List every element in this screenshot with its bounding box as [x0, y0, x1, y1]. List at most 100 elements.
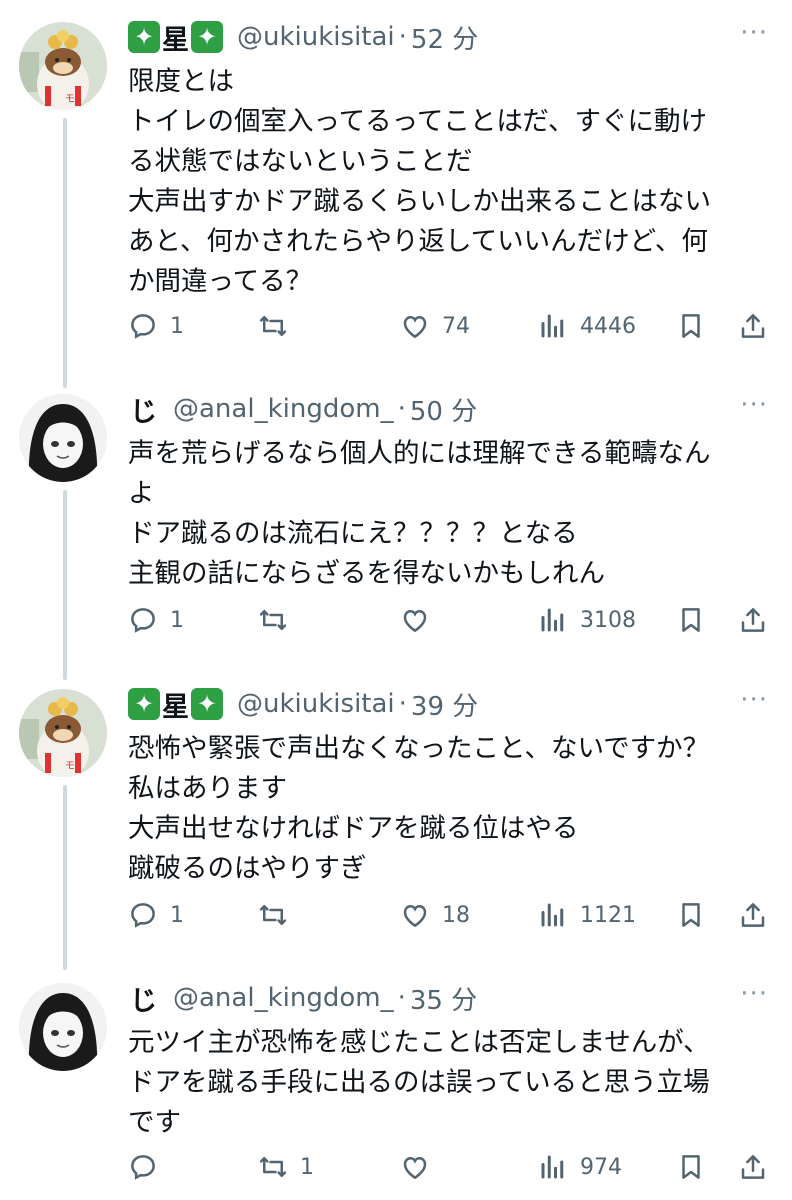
views-count: 3108 — [580, 607, 636, 633]
reply-icon — [131, 314, 155, 339]
tweet-text-line: あと、何かされたらやり返していいんだけど、何 — [128, 226, 708, 257]
views-count: 1121 — [580, 902, 636, 928]
action-bar: 1 974 — [128, 1147, 778, 1187]
reply-icon — [131, 608, 155, 633]
bookmark-icon — [682, 903, 700, 927]
tweet-text: 元ツイ主が恐怖を感じたことは否定しませんが、 ドアを蹴る手段に出るのは誤っている… — [128, 1023, 768, 1143]
tweet-text-line: か間違ってる？ — [128, 266, 313, 297]
tweet-text-line: 限度とは — [128, 66, 234, 97]
like-icon — [403, 1156, 427, 1180]
tweet-text-line: 恐怖や緊張で声出なくなったこと、ないですか？ — [128, 733, 710, 764]
action-bar: 1 74 4446 — [128, 306, 778, 346]
share-button[interactable] — [738, 306, 768, 346]
bookmark-button[interactable] — [676, 895, 706, 935]
views-button[interactable]: 1121 — [538, 895, 636, 935]
tweet-header: ✦ 星 ✦ @ukiukisitai · 39 分 — [128, 681, 478, 727]
retweet-count: 1 — [300, 1154, 314, 1180]
tweet-text-line: 大声出せなければドアを蹴る位はやる — [128, 813, 579, 844]
bookmark-button[interactable] — [676, 1147, 706, 1187]
like-button[interactable]: 18 — [400, 895, 470, 935]
tweet-text: 声を荒らげるなら個人的には理解できる範疇なん よ ドア蹴るのは流石にえ？？？？と… — [128, 434, 768, 594]
separator: · — [398, 22, 407, 52]
share-icon — [741, 608, 765, 632]
tweet[interactable]: じ @anal_kingdom_ · 50 分 ··· 声を荒らげるなら個人的に… — [0, 386, 792, 656]
tweet[interactable]: モ ✦ 星 ✦ @ukiukisitai · 52 分 ··· 限度とは トイレ… — [0, 14, 792, 364]
user-handle[interactable]: @ukiukisitai — [237, 689, 395, 719]
timestamp[interactable]: 50 分 — [410, 391, 477, 428]
like-icon — [403, 904, 427, 928]
display-name[interactable]: 星 — [162, 18, 189, 57]
retweet-icon — [259, 610, 287, 630]
like-button[interactable]: 74 — [400, 306, 470, 346]
reply-button[interactable]: 1 — [128, 306, 184, 346]
views-button[interactable]: 4446 — [538, 306, 636, 346]
reply-icon — [131, 903, 155, 928]
avatar[interactable]: モ — [19, 22, 107, 110]
retweet-button[interactable]: 1 — [258, 1147, 314, 1187]
avatar[interactable]: モ — [19, 689, 107, 777]
tweet-text-line: 蹴破るのはやりすぎ — [128, 853, 367, 884]
sparkle-icon: ✦ — [128, 21, 160, 53]
more-icon[interactable]: ··· — [740, 685, 768, 715]
tweet-text-line: 私はあります — [128, 773, 287, 804]
sparkle-icon: ✦ — [128, 688, 160, 720]
reply-button[interactable] — [128, 1147, 170, 1187]
anime-avatar-image — [19, 394, 107, 482]
like-button[interactable] — [400, 1147, 442, 1187]
tweet-text-line: る状態ではないということだ — [128, 146, 473, 177]
timestamp[interactable]: 52 分 — [411, 19, 478, 56]
share-button[interactable] — [738, 600, 768, 640]
like-count: 18 — [442, 902, 470, 928]
like-button[interactable] — [400, 600, 442, 640]
retweet-icon — [259, 1157, 287, 1177]
user-handle[interactable]: @anal_kingdom_ — [173, 983, 394, 1013]
avatar[interactable] — [19, 394, 107, 482]
user-handle[interactable]: @ukiukisitai — [237, 22, 395, 52]
tweet-header: じ @anal_kingdom_ · 50 分 — [128, 386, 477, 432]
views-icon — [541, 314, 564, 338]
display-name[interactable]: じ — [130, 979, 157, 1018]
tweet[interactable]: じ @anal_kingdom_ · 35 分 ··· 元ツイ主が恐怖を感じたこ… — [0, 975, 792, 1200]
more-icon[interactable]: ··· — [740, 390, 768, 420]
views-button[interactable]: 3108 — [538, 600, 636, 640]
views-icon — [541, 903, 564, 927]
bookmark-button[interactable] — [676, 600, 706, 640]
avatar[interactable] — [19, 983, 107, 1071]
retweet-button[interactable] — [258, 306, 300, 346]
display-name[interactable]: じ — [130, 390, 157, 429]
mascot-avatar-image: モ — [19, 689, 107, 777]
sparkle-icon: ✦ — [191, 688, 223, 720]
tweet-text-line: ドア蹴るのは流石にえ？？？？となる — [128, 518, 578, 549]
share-button[interactable] — [738, 895, 768, 935]
tweet[interactable]: モ ✦ 星 ✦ @ukiukisitai · 39 分 ··· 恐怖や緊張で声出… — [0, 681, 792, 951]
reply-icon — [131, 1155, 155, 1180]
more-icon[interactable]: ··· — [740, 979, 768, 1009]
timestamp[interactable]: 35 分 — [410, 980, 477, 1017]
retweet-button[interactable] — [258, 600, 300, 640]
share-button[interactable] — [738, 1147, 768, 1187]
tweet-text-line: ドアを蹴る手段に出るのは誤っていると思う立場 — [128, 1067, 710, 1098]
views-count: 4446 — [580, 313, 636, 339]
reply-button[interactable]: 1 — [128, 895, 184, 935]
tweet-text: 恐怖や緊張で声出なくなったこと、ないですか？ 私はあります 大声出せなければドア… — [128, 729, 768, 889]
views-icon — [541, 1155, 564, 1179]
mascot-avatar-image: モ — [19, 22, 107, 110]
display-name[interactable]: 星 — [162, 685, 189, 724]
reply-button[interactable]: 1 — [128, 600, 184, 640]
anime-avatar-image — [19, 983, 107, 1071]
more-icon[interactable]: ··· — [740, 18, 768, 48]
timestamp[interactable]: 39 分 — [411, 686, 478, 723]
tweet-text: 限度とは トイレの個室入ってるってことはだ、すぐに動け る状態ではないということ… — [128, 62, 768, 302]
bookmark-button[interactable] — [676, 306, 706, 346]
views-button[interactable]: 974 — [538, 1147, 622, 1187]
retweet-button[interactable] — [258, 895, 300, 935]
tweet-text-line: 大声出すかドア蹴るくらいしか出来ることはない — [128, 186, 711, 217]
views-count: 974 — [580, 1154, 622, 1180]
tweet-header: ✦ 星 ✦ @ukiukisitai · 52 分 — [128, 14, 478, 60]
share-icon — [741, 314, 765, 338]
user-handle[interactable]: @anal_kingdom_ — [173, 394, 394, 424]
reply-count: 1 — [170, 607, 184, 633]
tweet-text-line: 声を荒らげるなら個人的には理解できる範疇なん — [128, 438, 711, 469]
retweet-icon — [259, 316, 287, 336]
retweet-icon — [259, 905, 287, 925]
